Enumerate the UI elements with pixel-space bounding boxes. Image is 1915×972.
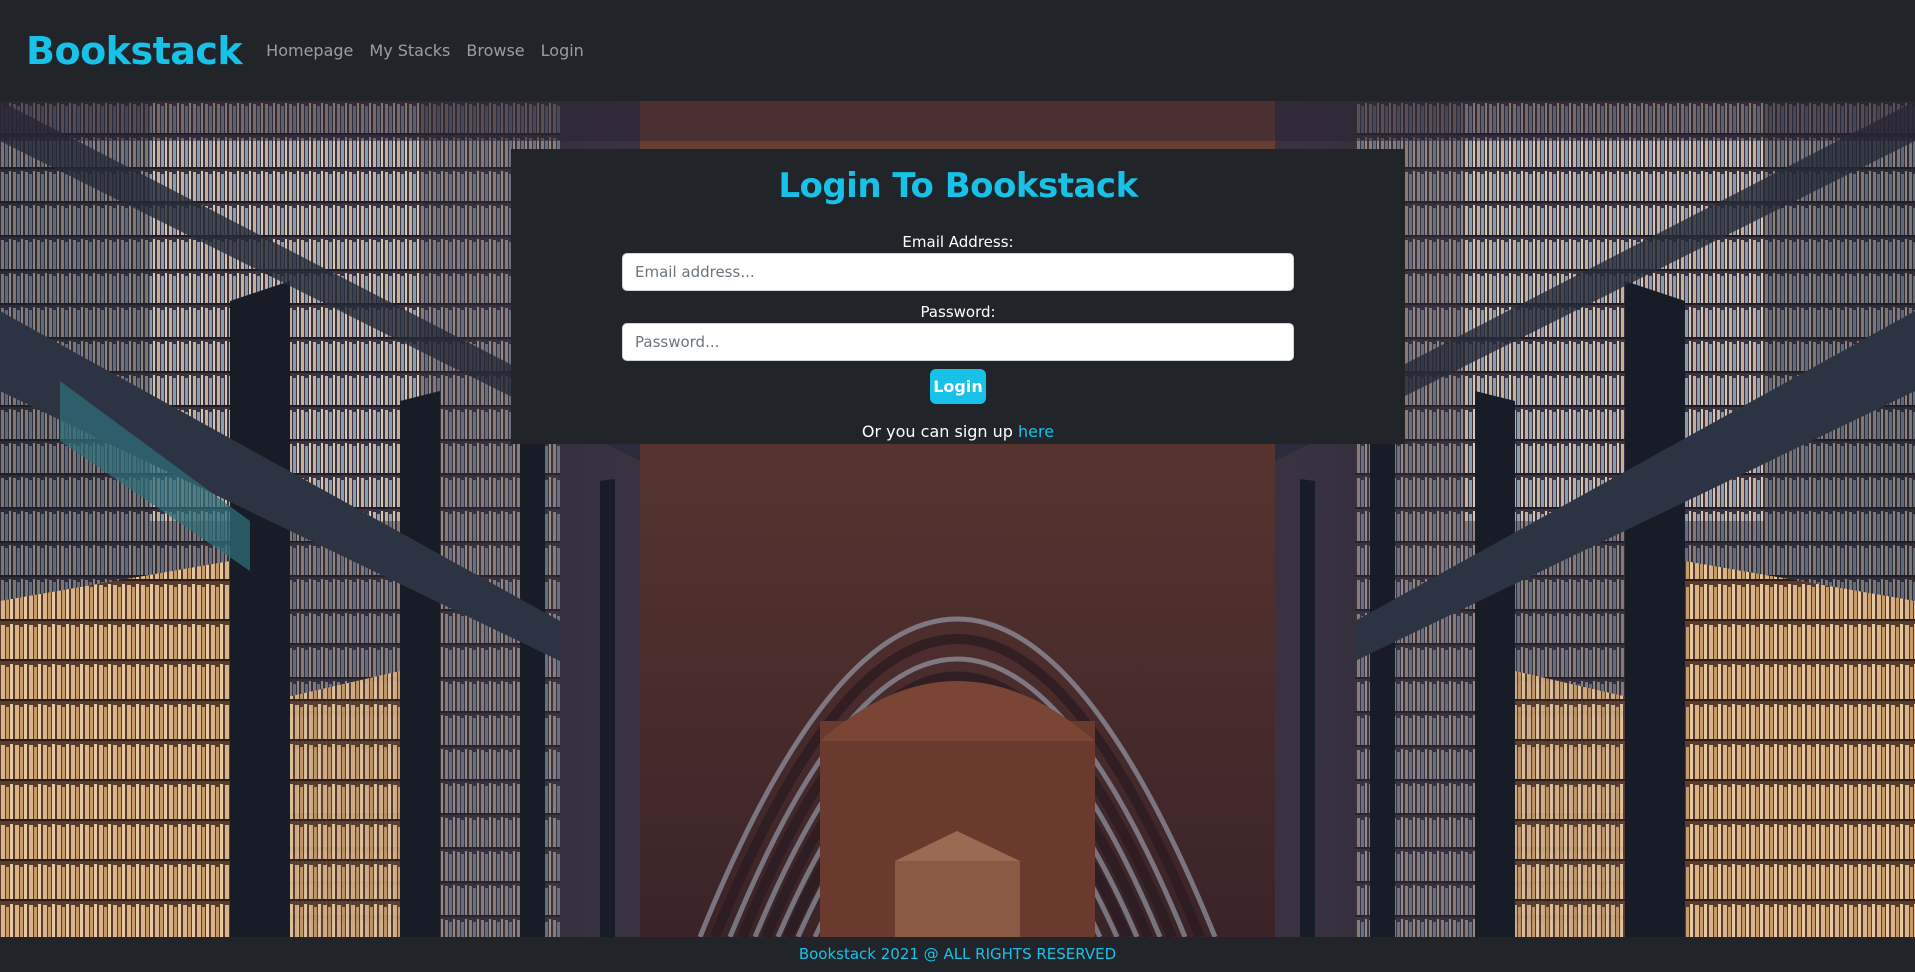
email-label: Email Address: [902, 233, 1014, 251]
footer: Bookstack 2021 @ ALL RIGHTS RESERVED [0, 937, 1915, 972]
library-background-image: Login To Bookstack Email Address: Passwo… [0, 101, 1915, 937]
nav-link-login[interactable]: Login [541, 41, 584, 60]
login-button[interactable]: Login [930, 369, 986, 404]
nav-link-browse[interactable]: Browse [466, 41, 524, 60]
login-title: Login To Bookstack [778, 166, 1138, 206]
nav-links: Homepage My Stacks Browse Login [266, 41, 584, 60]
password-label: Password: [920, 303, 996, 321]
signup-prompt: Or you can sign up here [511, 422, 1405, 441]
email-input[interactable] [622, 253, 1294, 291]
footer-copyright: Bookstack 2021 @ ALL RIGHTS RESERVED [798, 945, 1117, 963]
nav-link-homepage[interactable]: Homepage [266, 41, 353, 60]
brand-logo[interactable]: Bookstack [26, 29, 243, 73]
login-panel: Login To Bookstack Email Address: Passwo… [511, 149, 1405, 444]
signup-text: Or you can sign up [861, 422, 1019, 441]
signup-link[interactable]: here [1018, 422, 1054, 441]
nav-link-my-stacks[interactable]: My Stacks [369, 41, 450, 60]
top-navbar: Bookstack Homepage My Stacks Browse Logi… [0, 0, 1915, 101]
password-input[interactable] [622, 323, 1294, 361]
